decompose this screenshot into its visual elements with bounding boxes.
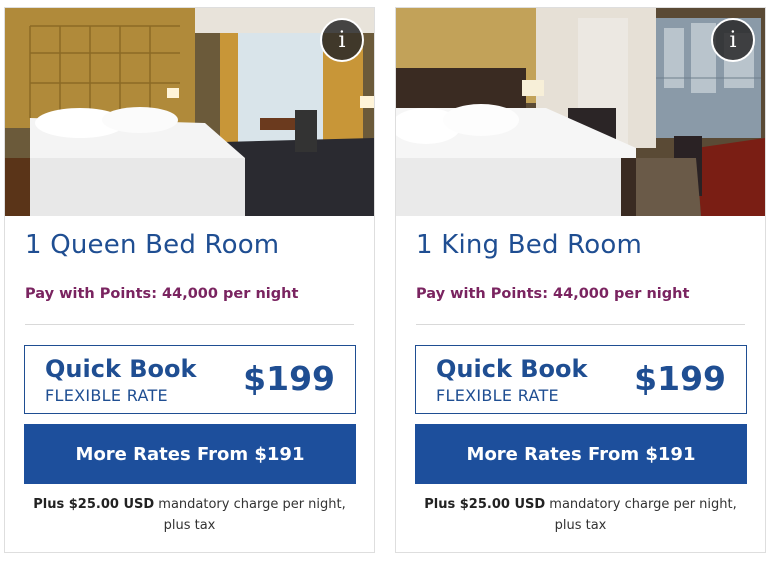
charge-description: mandatory charge per night, plus tax xyxy=(154,497,346,533)
divider xyxy=(416,324,745,325)
quick-book-price: $199 xyxy=(634,359,726,398)
charge-description: mandatory charge per night, plus tax xyxy=(545,497,737,533)
more-rates-label: More Rates From $191 xyxy=(466,443,696,465)
room-photo-king[interactable]: i xyxy=(396,8,765,216)
more-rates-label: More Rates From $191 xyxy=(75,443,305,465)
room-title[interactable]: 1 Queen Bed Room xyxy=(25,230,279,260)
room-card-king: i 1 King Bed Room Pay with Points: 44,00… xyxy=(395,7,766,553)
more-rates-button[interactable]: More Rates From $191 xyxy=(24,424,356,484)
points-price: Pay with Points: 44,000 per night xyxy=(416,286,690,302)
mandatory-charge-note: Plus $25.00 USD mandatory charge per nig… xyxy=(412,494,749,536)
room-photo-image xyxy=(396,8,765,216)
info-icon: i xyxy=(729,27,737,53)
quick-book-title: Quick Book xyxy=(436,355,588,383)
quick-book-button[interactable]: Quick Book FLEXIBLE RATE $199 xyxy=(24,345,356,414)
room-card-queen: i 1 Queen Bed Room Pay with Points: 44,0… xyxy=(4,7,375,553)
room-title[interactable]: 1 King Bed Room xyxy=(416,230,642,260)
charge-amount: Plus $25.00 USD xyxy=(424,497,546,512)
divider xyxy=(25,324,354,325)
quick-book-rate-type: FLEXIBLE RATE xyxy=(436,386,559,405)
mandatory-charge-note: Plus $25.00 USD mandatory charge per nig… xyxy=(21,494,358,536)
more-rates-button[interactable]: More Rates From $191 xyxy=(415,424,747,484)
quick-book-title: Quick Book xyxy=(45,355,197,383)
quick-book-button[interactable]: Quick Book FLEXIBLE RATE $199 xyxy=(415,345,747,414)
info-button[interactable]: i xyxy=(320,18,364,62)
charge-amount: Plus $25.00 USD xyxy=(33,497,155,512)
info-button[interactable]: i xyxy=(711,18,755,62)
info-icon: i xyxy=(338,27,346,53)
quick-book-price: $199 xyxy=(243,359,335,398)
room-photo-image xyxy=(5,8,374,216)
room-photo-queen[interactable]: i xyxy=(5,8,374,216)
quick-book-rate-type: FLEXIBLE RATE xyxy=(45,386,168,405)
points-price: Pay with Points: 44,000 per night xyxy=(25,286,299,302)
